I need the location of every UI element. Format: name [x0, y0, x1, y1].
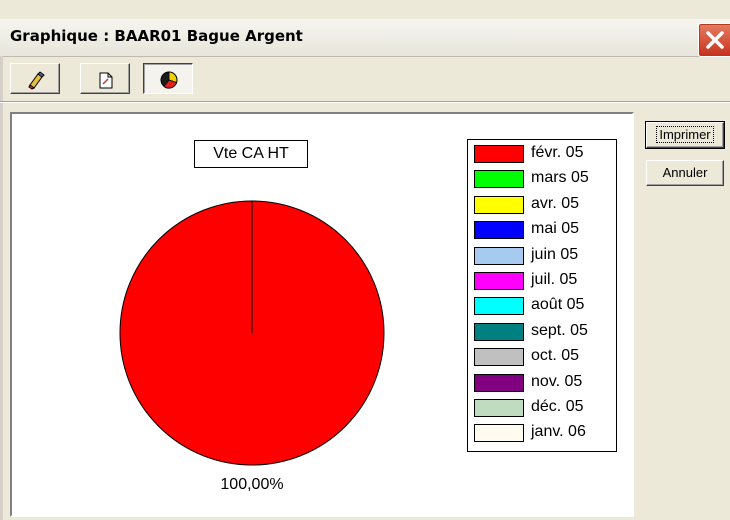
print-button-label: Imprimer	[656, 126, 714, 143]
pie-chart-icon	[160, 71, 178, 89]
legend-label: déc. 05	[531, 398, 584, 415]
legend-swatch	[474, 297, 524, 316]
pie-chart	[116, 197, 388, 473]
legend-label: sept. 05	[531, 321, 588, 339]
chart-window: Graphique : BAAR01 Bague Argent Vte CA H…	[0, 0, 730, 520]
legend-item: sept. 05	[474, 321, 614, 343]
legend-label: août 05	[531, 296, 585, 314]
window-frame	[0, 56, 3, 520]
legend-swatch	[474, 399, 524, 417]
legend-label: févr. 05	[531, 144, 584, 161]
legend-swatch	[474, 145, 524, 163]
pie-chart-svg	[119, 200, 385, 466]
slice-value-label: 100,00%	[220, 476, 284, 493]
legend-label: mars 05	[531, 169, 589, 187]
legend-item: févr. 05	[474, 143, 614, 165]
chart-legend: févr. 05 mars 05 avr. 05 mai 05 juin 05 juil.…	[467, 139, 617, 452]
legend-swatch	[474, 272, 524, 290]
legend-item: avr. 05	[474, 194, 614, 216]
title-bar: Graphique : BAAR01 Bague Argent	[0, 19, 730, 57]
legend-swatch	[474, 322, 524, 341]
legend-item: janv. 06	[474, 422, 614, 444]
legend-label: nov. 05	[531, 372, 583, 390]
legend-item: mars 05	[474, 168, 614, 190]
close-button[interactable]	[698, 23, 730, 57]
legend-label: janv. 06	[531, 423, 586, 441]
legend-item: oct. 05	[474, 346, 614, 368]
legend-item: juil. 05	[474, 270, 614, 292]
chart-title: Vte CA HT	[194, 140, 308, 168]
print-button[interactable]: Imprimer	[645, 121, 725, 149]
legend-label: oct. 05	[531, 347, 580, 365]
legend-swatch	[474, 348, 524, 367]
legend-label: juin 05	[531, 245, 579, 263]
legend-label: mai 05	[531, 220, 580, 238]
legend-label: avr. 05	[531, 194, 580, 212]
eraser-button[interactable]	[10, 63, 60, 94]
pie-chart-button[interactable]	[143, 63, 193, 94]
legend-item: août 05	[474, 295, 614, 317]
legend-item: nov. 05	[474, 372, 614, 394]
eraser-icon	[28, 71, 45, 90]
window-title: Graphique : BAAR01 Bague Argent	[10, 27, 303, 45]
cancel-button[interactable]: Annuler	[646, 160, 724, 186]
legend-item: déc. 05	[474, 397, 614, 419]
legend-swatch	[474, 246, 524, 265]
legend-swatch	[474, 195, 524, 214]
legend-item: juin 05	[474, 245, 614, 267]
legend-label: juil. 05	[531, 271, 578, 288]
legend-swatch	[474, 373, 524, 392]
edit-page-button[interactable]	[80, 63, 130, 94]
legend-swatch	[474, 221, 524, 240]
edit-page-icon	[99, 72, 113, 89]
close-icon	[706, 31, 724, 49]
legend-item: mai 05	[474, 219, 614, 241]
legend-swatch	[474, 424, 524, 443]
toolbar-separator	[0, 101, 730, 103]
legend-swatch	[474, 170, 524, 189]
